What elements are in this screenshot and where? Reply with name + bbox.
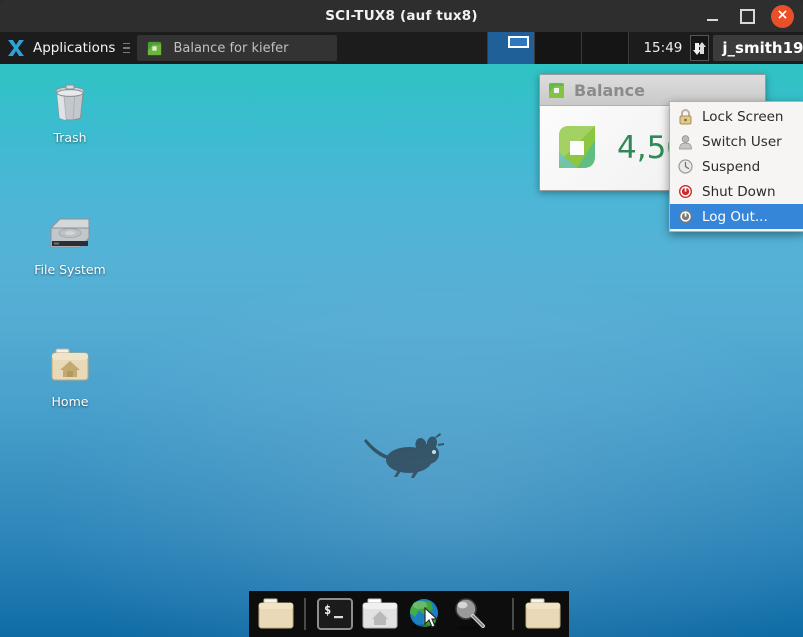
folder-icon [525, 598, 560, 628]
home-folder-icon [46, 342, 94, 390]
user-name-label: j_smith19 [722, 39, 803, 57]
network-connection-icon[interactable] [690, 35, 710, 61]
menu-item-label: Shut Down [702, 183, 776, 200]
screen: SCI-TUX8 (auf tux8) × Trash File System … [0, 0, 803, 637]
user-session-button[interactable]: j_smith19 [713, 35, 803, 61]
menu-item-log-out[interactable]: Log Out... [670, 204, 803, 229]
taskbar-item-balance[interactable]: Balance for kiefer [137, 35, 338, 61]
dock-item-web-browser[interactable] [404, 595, 445, 633]
close-icon: × [776, 7, 789, 23]
maximize-button[interactable] [736, 5, 758, 27]
padlock-icon [677, 108, 694, 125]
xfce-mouse-silhouette-icon [364, 433, 444, 478]
desktop-icon-label: Trash [53, 130, 87, 145]
gnucash-app-icon [148, 41, 162, 55]
panel-drag-handle-icon[interactable] [123, 37, 131, 59]
svg-text:$: $ [324, 603, 331, 617]
dock-item-application-finder[interactable] [449, 595, 490, 633]
desktop-icon-trash[interactable]: Trash [22, 78, 118, 145]
balance-window-title: Balance [574, 80, 645, 100]
applications-menu-button[interactable]: Applications [0, 32, 121, 64]
user-silhouette-icon [677, 133, 694, 150]
desktop-icon-file-system[interactable]: File System [22, 210, 118, 277]
magnifier-icon [454, 598, 485, 631]
minimize-button[interactable] [701, 5, 723, 27]
dock-item-file-manager[interactable] [255, 595, 296, 633]
window-controls: × [701, 0, 797, 32]
trash-can-icon [46, 78, 94, 126]
menu-item-label: Suspend [702, 158, 761, 175]
menu-item-suspend[interactable]: Suspend [670, 154, 803, 179]
power-red-icon [677, 183, 694, 200]
gnucash-app-icon [549, 82, 564, 98]
menu-item-label: Switch User [702, 133, 782, 150]
workspace-switcher[interactable] [487, 32, 630, 64]
desktop-icon-label: File System [34, 262, 106, 277]
dock-item-file-manager-2[interactable] [522, 595, 563, 633]
session-menu[interactable]: Lock Screen Switch User Suspend Shut Dow… [669, 101, 803, 232]
desktop-icon-home[interactable]: Home [22, 342, 118, 409]
folder-icon [258, 598, 293, 628]
close-button[interactable]: × [771, 4, 794, 28]
menu-item-switch-user[interactable]: Switch User [670, 129, 803, 154]
panel-clock[interactable]: 15:49 [629, 40, 690, 56]
window-titlebar[interactable]: SCI-TUX8 (auf tux8) × [0, 0, 803, 32]
workspace-window-thumb [508, 36, 530, 48]
applications-menu-label: Applications [33, 40, 116, 56]
dock-panel[interactable]: $ [249, 591, 569, 637]
window-title: SCI-TUX8 (auf tux8) [325, 8, 478, 24]
workspace-1[interactable] [487, 32, 536, 64]
menu-item-label: Lock Screen [702, 108, 784, 125]
dock-separator-1 [304, 598, 306, 630]
menu-item-shut-down[interactable]: Shut Down [670, 179, 803, 204]
workspace-3[interactable] [582, 32, 630, 64]
globe-browser-icon [409, 599, 438, 630]
gnucash-large-icon [559, 126, 595, 168]
home-folder-white-icon [362, 598, 397, 628]
dock-item-terminal[interactable]: $ [314, 595, 355, 633]
xfce-mouse-logo-icon [8, 40, 24, 56]
desktop-icon-label: Home [51, 394, 89, 409]
dock-item-home-folder[interactable] [359, 595, 400, 633]
workspace-2[interactable] [535, 32, 583, 64]
taskbar-item-label: Balance for kiefer [173, 40, 289, 56]
dock-separator-2 [512, 598, 514, 630]
power-grey-icon [677, 208, 694, 225]
hard-drive-icon [46, 210, 94, 258]
menu-item-lock-screen[interactable]: Lock Screen [670, 104, 803, 129]
desktop-area[interactable]: Trash File System Home Balance 4,50 $ Ap… [0, 32, 803, 637]
top-panel[interactable]: Applications Balance for kiefer 15:49 j_… [0, 32, 803, 64]
terminal-icon: $ [316, 598, 353, 630]
clock-icon [677, 158, 694, 175]
menu-item-label: Log Out... [702, 208, 768, 225]
